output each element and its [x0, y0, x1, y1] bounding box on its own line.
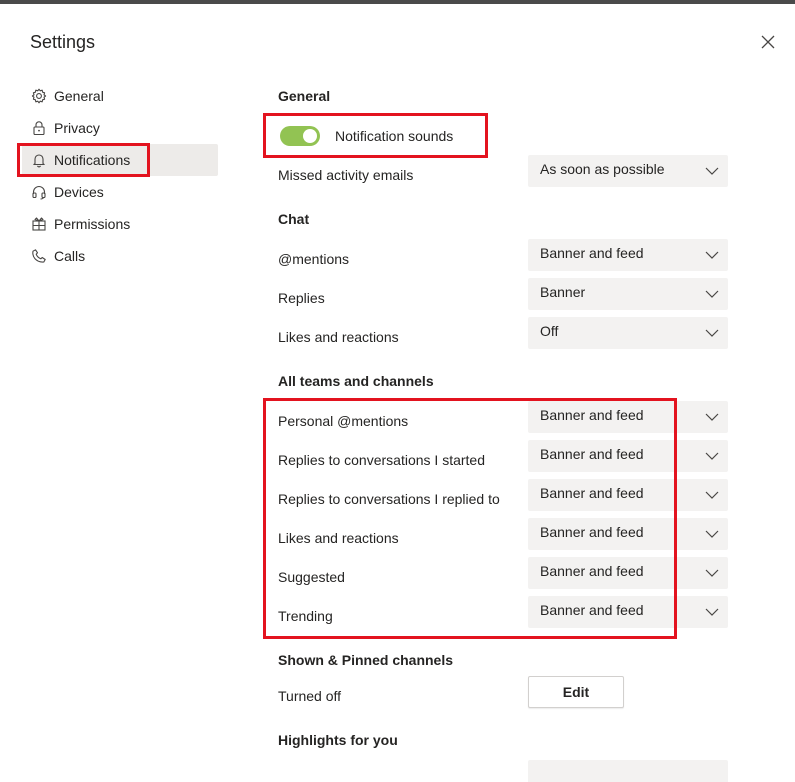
chat-likes-dropdown[interactable]: Off — [528, 317, 728, 349]
chat-mentions-label: @mentions — [278, 251, 350, 267]
missed-activity-label: Missed activity emails — [278, 167, 414, 183]
bell-icon — [30, 151, 48, 169]
sidebar-item-calls[interactable]: Calls — [22, 240, 218, 272]
teams-trending-label: Trending — [278, 608, 333, 624]
teams-personal-mentions-label: Personal @mentions — [278, 413, 409, 429]
chat-likes-label: Likes and reactions — [278, 329, 399, 345]
teams-likes-dropdown[interactable]: Banner and feed — [528, 518, 728, 550]
section-heading-shown-pinned: Shown & Pinned channels — [278, 652, 454, 668]
highlights-dropdown[interactable] — [528, 760, 728, 782]
chat-mentions-dropdown[interactable]: Banner and feed — [528, 239, 728, 271]
headset-icon — [30, 183, 48, 201]
section-heading-highlights: Highlights for you — [278, 732, 398, 748]
teams-suggested-dropdown[interactable]: Banner and feed — [528, 557, 728, 589]
chevron-down-icon — [705, 413, 719, 421]
teams-suggested-label: Suggested — [278, 569, 345, 585]
close-icon — [761, 35, 775, 49]
chevron-down-icon — [705, 491, 719, 499]
permissions-icon — [30, 215, 48, 233]
section-heading-general: General — [278, 88, 331, 104]
teams-likes-label: Likes and reactions — [278, 530, 399, 546]
teams-replies-replied-dropdown[interactable]: Banner and feed — [528, 479, 728, 511]
notification-sounds-label: Notification sounds — [335, 128, 454, 144]
teams-trending-dropdown[interactable]: Banner and feed — [528, 596, 728, 628]
sidebar-item-notifications[interactable]: Notifications — [22, 144, 218, 176]
teams-replies-replied-label: Replies to conversations I replied to — [278, 491, 500, 507]
chevron-down-icon — [705, 251, 719, 259]
lock-icon — [30, 119, 48, 137]
sidebar-item-label: Privacy — [54, 120, 100, 136]
chevron-down-icon — [705, 290, 719, 298]
sidebar-item-label: Notifications — [54, 152, 131, 168]
sidebar-item-permissions[interactable]: Permissions — [22, 208, 218, 240]
sidebar-item-privacy[interactable]: Privacy — [22, 112, 218, 144]
chevron-down-icon — [705, 569, 719, 577]
sidebar-item-label: General — [54, 88, 104, 104]
missed-activity-dropdown[interactable]: As soon as possible — [528, 155, 728, 187]
edit-button[interactable]: Edit — [528, 676, 624, 708]
notification-sounds-setting: Notification sounds — [280, 126, 453, 146]
section-heading-chat: Chat — [278, 211, 310, 227]
notification-sounds-toggle[interactable] — [280, 126, 320, 146]
settings-sidebar: General Privacy Notifications Devices Pe… — [22, 80, 218, 272]
chevron-down-icon — [705, 530, 719, 538]
close-button[interactable] — [758, 32, 778, 52]
sidebar-item-devices[interactable]: Devices — [22, 176, 218, 208]
chevron-down-icon — [705, 329, 719, 337]
section-heading-teams: All teams and channels — [278, 373, 434, 389]
teams-personal-mentions-dropdown[interactable]: Banner and feed — [528, 401, 728, 433]
page-title: Settings — [30, 32, 96, 52]
chevron-down-icon — [705, 608, 719, 616]
chat-replies-dropdown[interactable]: Banner — [528, 278, 728, 310]
gear-icon — [30, 87, 48, 105]
sidebar-item-label: Permissions — [54, 216, 131, 232]
sidebar-item-label: Calls — [54, 248, 86, 264]
sidebar-item-label: Devices — [54, 184, 104, 200]
chat-replies-label: Replies — [278, 290, 325, 306]
phone-icon — [30, 247, 48, 265]
teams-replies-started-label: Replies to conversations I started — [278, 452, 485, 468]
window-top-bar — [0, 0, 795, 4]
chevron-down-icon — [705, 167, 719, 175]
teams-replies-started-dropdown[interactable]: Banner and feed — [528, 440, 728, 472]
shown-pinned-status-label: Turned off — [278, 688, 342, 704]
sidebar-item-general[interactable]: General — [22, 80, 218, 112]
chevron-down-icon — [705, 452, 719, 460]
